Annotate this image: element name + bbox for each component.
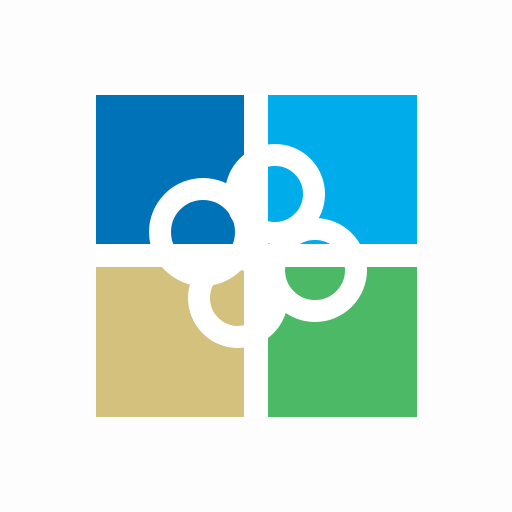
horizontal-divider bbox=[96, 244, 417, 267]
logo-canvas bbox=[0, 0, 512, 512]
puzzle-quadrant-logo-icon bbox=[0, 0, 512, 512]
